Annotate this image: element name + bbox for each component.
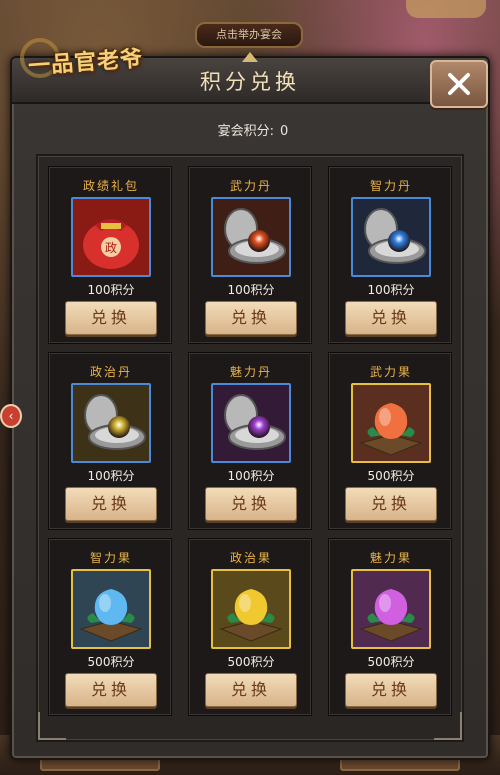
exchange-button[interactable]: 兑换	[65, 487, 157, 521]
pill-case-icon[interactable]	[71, 383, 151, 463]
item-cost: 100积分	[227, 469, 275, 483]
svg-text:政: 政	[105, 241, 117, 255]
item-card: 武力丹 100积分兑换	[188, 166, 312, 344]
exchange-button[interactable]: 兑换	[65, 301, 157, 335]
exchange-button[interactable]: 兑换	[65, 673, 157, 707]
peach-icon[interactable]	[351, 383, 431, 463]
item-cost: 500积分	[227, 655, 275, 669]
host-banquet-button[interactable]: 点击举办宴会	[195, 22, 303, 48]
left-arrow-icon: ‹	[8, 409, 14, 423]
item-cost: 500积分	[367, 655, 415, 669]
score-label: 宴会积分:	[217, 124, 275, 139]
item-name: 武力果	[369, 365, 412, 379]
exchange-button[interactable]: 兑换	[345, 673, 437, 707]
item-card: 武力果 500积分兑换	[328, 352, 452, 530]
item-card: 魅力果 500积分兑换	[328, 538, 452, 716]
item-name: 武力丹	[229, 179, 272, 193]
item-name: 政绩礼包	[82, 179, 139, 193]
item-cost: 100积分	[87, 469, 135, 483]
item-name: 政治果	[229, 551, 272, 565]
item-card: 政治丹 100积分兑换	[48, 352, 172, 530]
item-cost: 100积分	[367, 283, 415, 297]
item-name: 智力果	[89, 551, 132, 565]
game-logo: 一品官老爷	[20, 30, 158, 86]
item-name: 政治丹	[89, 365, 132, 379]
corner-ornament	[38, 712, 66, 740]
exchange-button[interactable]: 兑换	[345, 487, 437, 521]
item-card: 政绩礼包 政 100积分兑换	[48, 166, 172, 344]
exchange-button[interactable]: 兑换	[205, 673, 297, 707]
item-card: 政治果 500积分兑换	[188, 538, 312, 716]
item-cost: 500积分	[367, 469, 415, 483]
exchange-button[interactable]: 兑换	[205, 487, 297, 521]
close-button[interactable]	[430, 60, 488, 108]
peach-icon[interactable]	[351, 569, 431, 649]
pill-case-icon[interactable]	[211, 197, 291, 277]
item-cost: 100积分	[227, 283, 275, 297]
item-grid: 政绩礼包 政 100积分 兑换 武力丹 100积分 兑换 智力丹 100积分 兑…	[36, 154, 464, 742]
item-name: 智力丹	[369, 179, 412, 193]
pill-case-icon[interactable]	[351, 197, 431, 277]
item-cost: 100积分	[87, 283, 135, 297]
exit-button[interactable]	[406, 0, 486, 18]
pill-case-icon[interactable]	[211, 383, 291, 463]
item-card: 智力丹 100积分兑换	[328, 166, 452, 344]
exchange-button[interactable]: 兑换	[205, 301, 297, 335]
score-line: 宴会积分: 0	[12, 120, 488, 139]
side-arrow-button[interactable]: ‹	[0, 404, 22, 428]
corner-ornament	[434, 712, 462, 740]
item-card: 智力果 500积分兑换	[48, 538, 172, 716]
close-icon	[448, 73, 470, 95]
item-cost: 500积分	[87, 655, 135, 669]
peach-icon[interactable]	[211, 569, 291, 649]
score-value: 0	[280, 124, 289, 139]
exchange-button[interactable]: 兑换	[345, 301, 437, 335]
item-card: 魅力丹 100积分兑换	[188, 352, 312, 530]
peach-icon[interactable]	[71, 569, 151, 649]
item-name: 魅力丹	[229, 365, 272, 379]
item-name: 魅力果	[369, 551, 412, 565]
bag-icon[interactable]: 政	[71, 197, 151, 277]
exchange-panel: 积分兑换 宴会积分: 0 政绩礼包 政 100积分 兑换 武力丹 100积分 兑…	[10, 52, 490, 760]
